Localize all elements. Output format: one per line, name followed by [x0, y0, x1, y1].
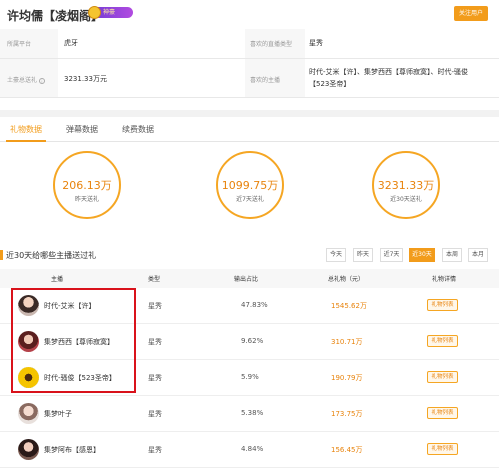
gift-list-button[interactable]: 礼物列表: [427, 371, 458, 383]
info-row: 土豪总送礼 i 3231.33万元 喜欢的主播 时代-艾米【许】、集梦西西【尊师…: [0, 58, 499, 98]
info-icon[interactable]: i: [38, 77, 45, 84]
info-row: 所属平台 虎牙 喜欢的直播类型 星秀: [0, 29, 499, 59]
fav-anchor-line1: 时代-艾米【许】、集梦西西【尊师寂寞】、时代-骚俊: [309, 68, 469, 76]
filter-7days[interactable]: 近7天: [380, 248, 403, 262]
profile-header: 许均儒【凌烟阁】 神豪 关注用户 所属平台 虎牙 喜欢的直播类型 星秀 土豪总送…: [0, 0, 499, 110]
active-tab-indicator: [6, 140, 46, 142]
filter-30days[interactable]: 近30天: [409, 248, 435, 262]
output-ratio: 47.83%: [241, 301, 268, 309]
col-type: 类型: [147, 276, 161, 283]
filter-today[interactable]: 今天: [326, 248, 346, 262]
col-gift-detail: 礼物详情: [431, 276, 457, 283]
col-anchor: 主播: [50, 276, 64, 283]
output-ratio: 9.62%: [241, 337, 264, 345]
table-row: 集梦阿布【感恩】 星秀 4.84% 156.45万 礼物列表: [0, 432, 499, 468]
stat-caption: 近7天送礼: [236, 196, 264, 203]
total-gift: 190.79万: [331, 374, 363, 382]
gift-list-button[interactable]: 礼物列表: [427, 335, 458, 347]
stat-caption: 昨天送礼: [74, 196, 99, 203]
anchor-type: 星秀: [148, 410, 162, 418]
table-header: 主播 类型 输出占比 总礼物（元） 礼物详情: [0, 269, 499, 288]
tab-gift-data[interactable]: 礼物数据: [10, 124, 42, 135]
total-gift-value: 3231.33万元: [64, 75, 107, 83]
total-gift: 156.45万: [331, 446, 363, 454]
stat-value: 3231.33万: [377, 179, 435, 192]
output-ratio: 5.38%: [241, 409, 264, 417]
col-total-gift: 总礼物（元）: [327, 276, 365, 283]
output-ratio: 4.84%: [241, 445, 264, 453]
platform-value: 虎牙: [64, 39, 78, 47]
total-gift: 173.75万: [331, 410, 363, 418]
fav-anchor-line2: 【523圣帝】: [309, 80, 351, 88]
total-gift: 310.71万: [331, 338, 363, 346]
filter-yesterday[interactable]: 昨天: [353, 248, 373, 262]
anchor-name[interactable]: 集梦叶子: [44, 409, 72, 419]
col-ratio: 输出占比: [233, 276, 259, 283]
tab-danmaku-data[interactable]: 弹幕数据: [66, 124, 98, 135]
avatar[interactable]: [18, 439, 39, 460]
anchor-type: 星秀: [148, 374, 162, 382]
platform-label: 所属平台: [7, 41, 32, 48]
follow-user-button[interactable]: 关注用户: [454, 6, 488, 21]
total-gift-label: 土豪总送礼 i: [7, 75, 45, 84]
gift-list-button[interactable]: 礼物列表: [427, 407, 458, 419]
anchor-name[interactable]: 集梦阿布【感恩】: [44, 445, 100, 455]
rank-badge-label: 神豪: [103, 9, 116, 16]
avatar[interactable]: [18, 403, 39, 424]
tab-bar: 礼物数据 弹幕数据 续费数据: [0, 117, 499, 142]
table-row: 集梦叶子 星秀 5.38% 173.75万 礼物列表: [0, 396, 499, 432]
fav-type-value: 星秀: [309, 39, 323, 47]
stat-value: 1099.75万: [221, 179, 279, 192]
stat-caption: 近30天送礼: [390, 196, 422, 203]
anchor-type: 星秀: [148, 302, 162, 310]
highlight-box: [11, 288, 136, 393]
section-title: 近30天给哪些主播送过礼: [0, 250, 97, 260]
stat-yesterday: 206.13万 昨天送礼: [53, 151, 121, 219]
tab-renewal-data[interactable]: 续费数据: [122, 124, 154, 135]
stat-7days: 1099.75万 近7天送礼: [216, 151, 284, 219]
fav-type-label: 喜欢的直播类型: [250, 41, 293, 48]
filter-this-month[interactable]: 本月: [468, 248, 488, 262]
anchor-type: 星秀: [148, 446, 162, 454]
filter-this-week[interactable]: 本周: [442, 248, 462, 262]
output-ratio: 5.9%: [241, 373, 259, 381]
stat-value: 206.13万: [62, 179, 112, 192]
gift-list-button[interactable]: 礼物列表: [427, 443, 458, 455]
crown-icon: [88, 6, 101, 19]
anchor-type: 星秀: [148, 338, 162, 346]
total-gift: 1545.62万: [331, 302, 367, 310]
stat-30days: 3231.33万 近30天送礼: [372, 151, 440, 219]
rank-badge: 神豪: [88, 6, 133, 19]
fav-anchor-label: 喜欢的主播: [250, 77, 281, 84]
gift-list-button[interactable]: 礼物列表: [427, 299, 458, 311]
